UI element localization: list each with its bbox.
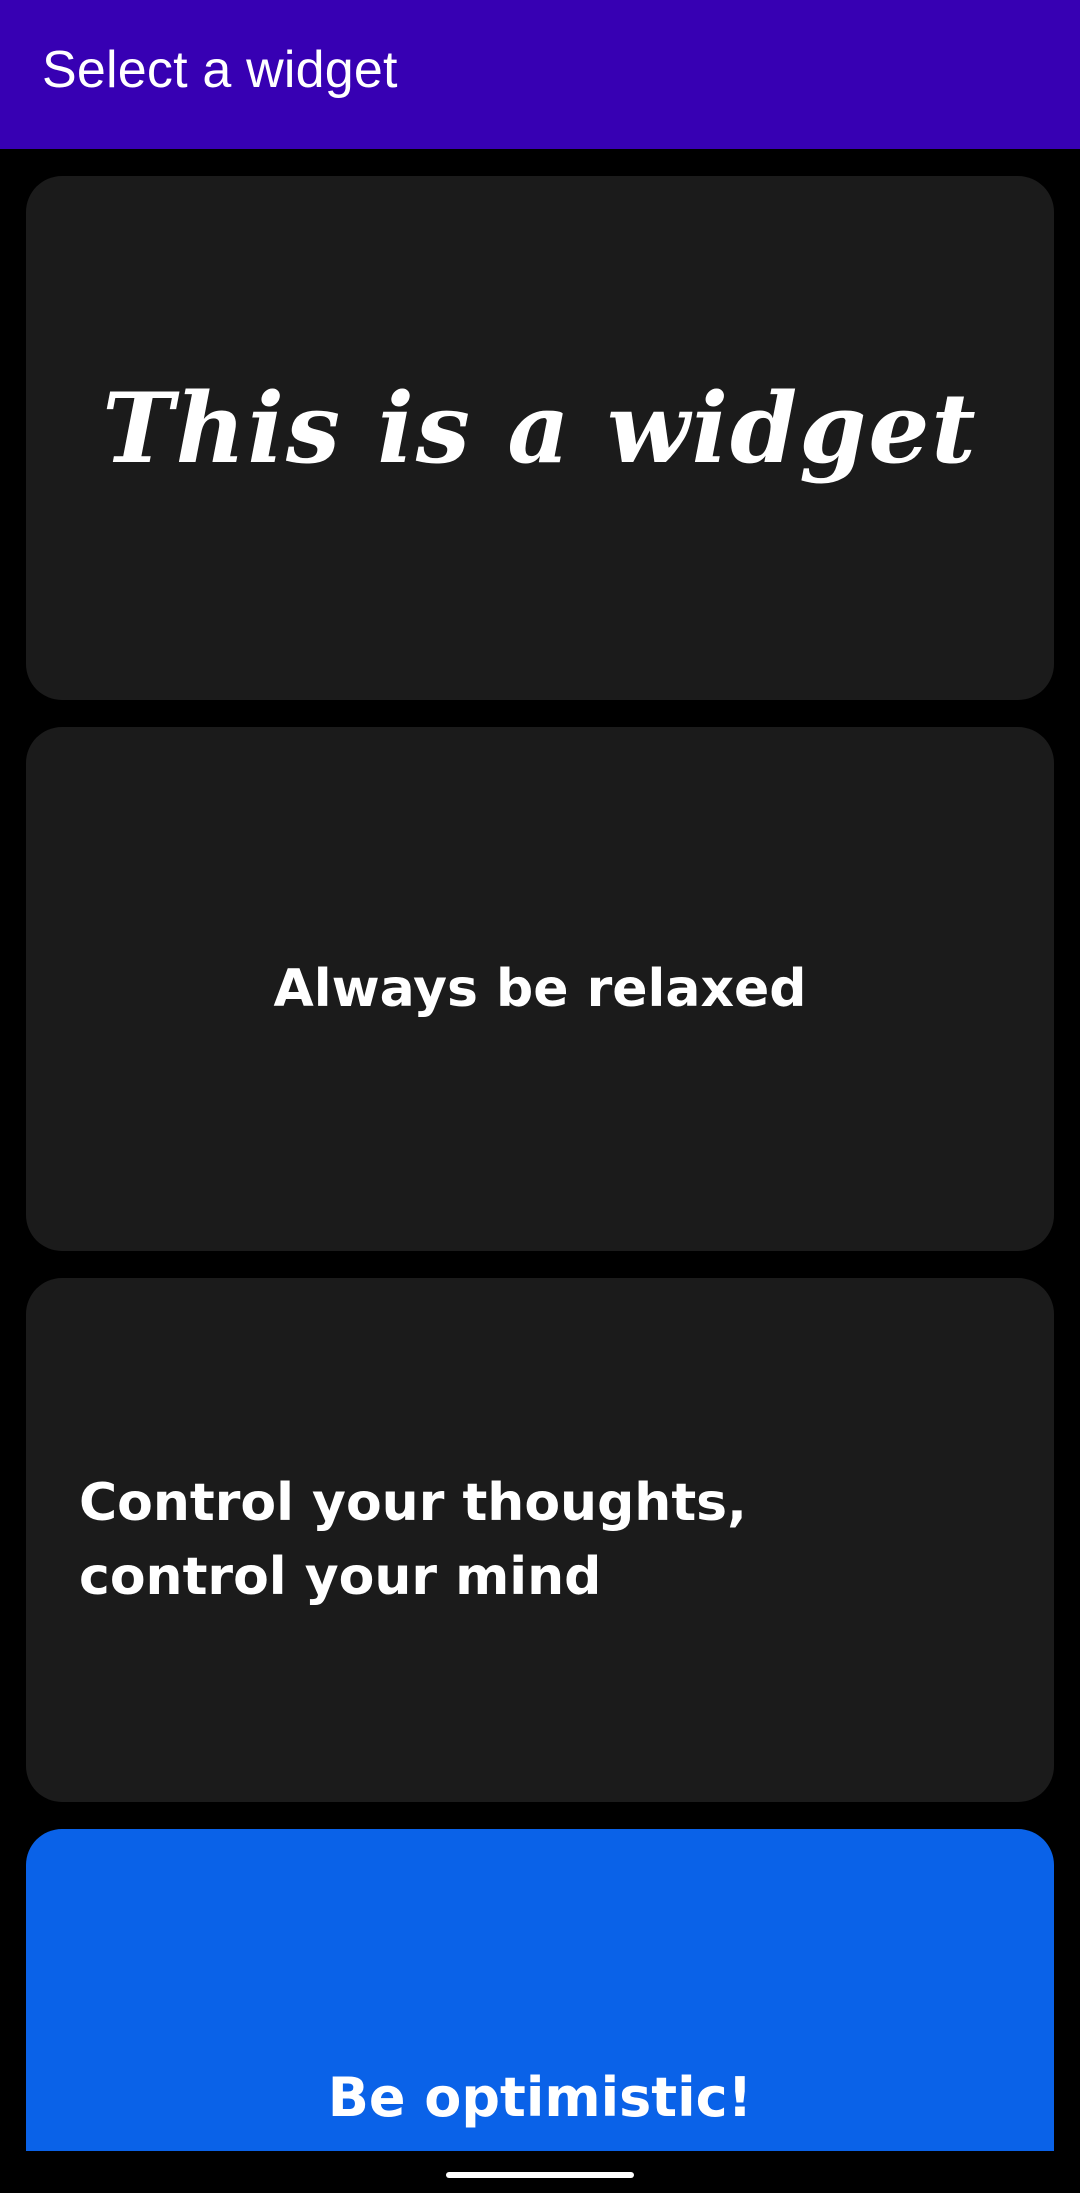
widget-card-control-your-thoughts[interactable]: Control your thoughts, control your mind — [26, 1278, 1054, 1802]
widget-card-always-be-relaxed[interactable]: Always be relaxed — [26, 727, 1054, 1251]
widget-card-this-is-a-widget[interactable]: This is a widget — [26, 176, 1054, 700]
navigation-bar — [0, 2151, 1080, 2193]
widget-text: Be optimistic! — [327, 2066, 753, 2129]
widget-list[interactable]: This is a widget Always be relaxed Contr… — [0, 149, 1080, 2151]
widget-text: Always be relaxed — [273, 959, 807, 1019]
widget-text: This is a widget — [102, 371, 978, 485]
widget-card-be-optimistic[interactable]: Be optimistic! — [26, 1829, 1054, 2151]
app-bar-title: Select a widget — [42, 40, 398, 99]
widget-text: Control your thoughts, control your mind — [79, 1473, 747, 1607]
app-bar: Select a widget — [0, 0, 1080, 149]
home-indicator[interactable] — [446, 2172, 634, 2178]
